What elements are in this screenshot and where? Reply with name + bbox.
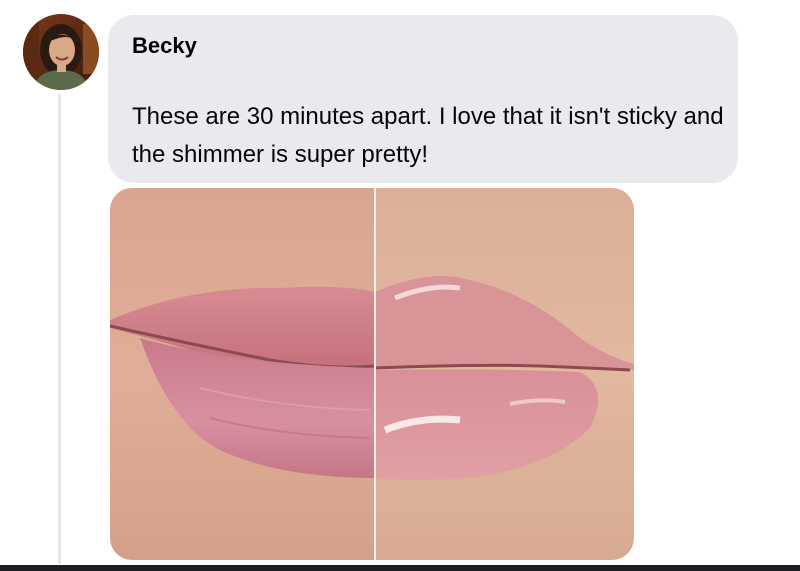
attached-photo[interactable] xyxy=(110,188,634,560)
thread-connector-line xyxy=(58,94,61,564)
avatar[interactable] xyxy=(23,14,99,90)
comment-message-text: These are 30 minutes apart. I love that … xyxy=(132,103,724,168)
comment-bubble: Becky These are 30 minutes apart. I love… xyxy=(108,15,738,183)
bottom-edge-bar xyxy=(0,565,800,571)
lip-before-after-photo-icon xyxy=(110,188,634,560)
comment-author-name[interactable]: Becky xyxy=(132,32,197,60)
profile-photo-icon xyxy=(23,14,99,90)
comment-thread: Becky These are 30 minutes apart. I love… xyxy=(0,0,800,571)
